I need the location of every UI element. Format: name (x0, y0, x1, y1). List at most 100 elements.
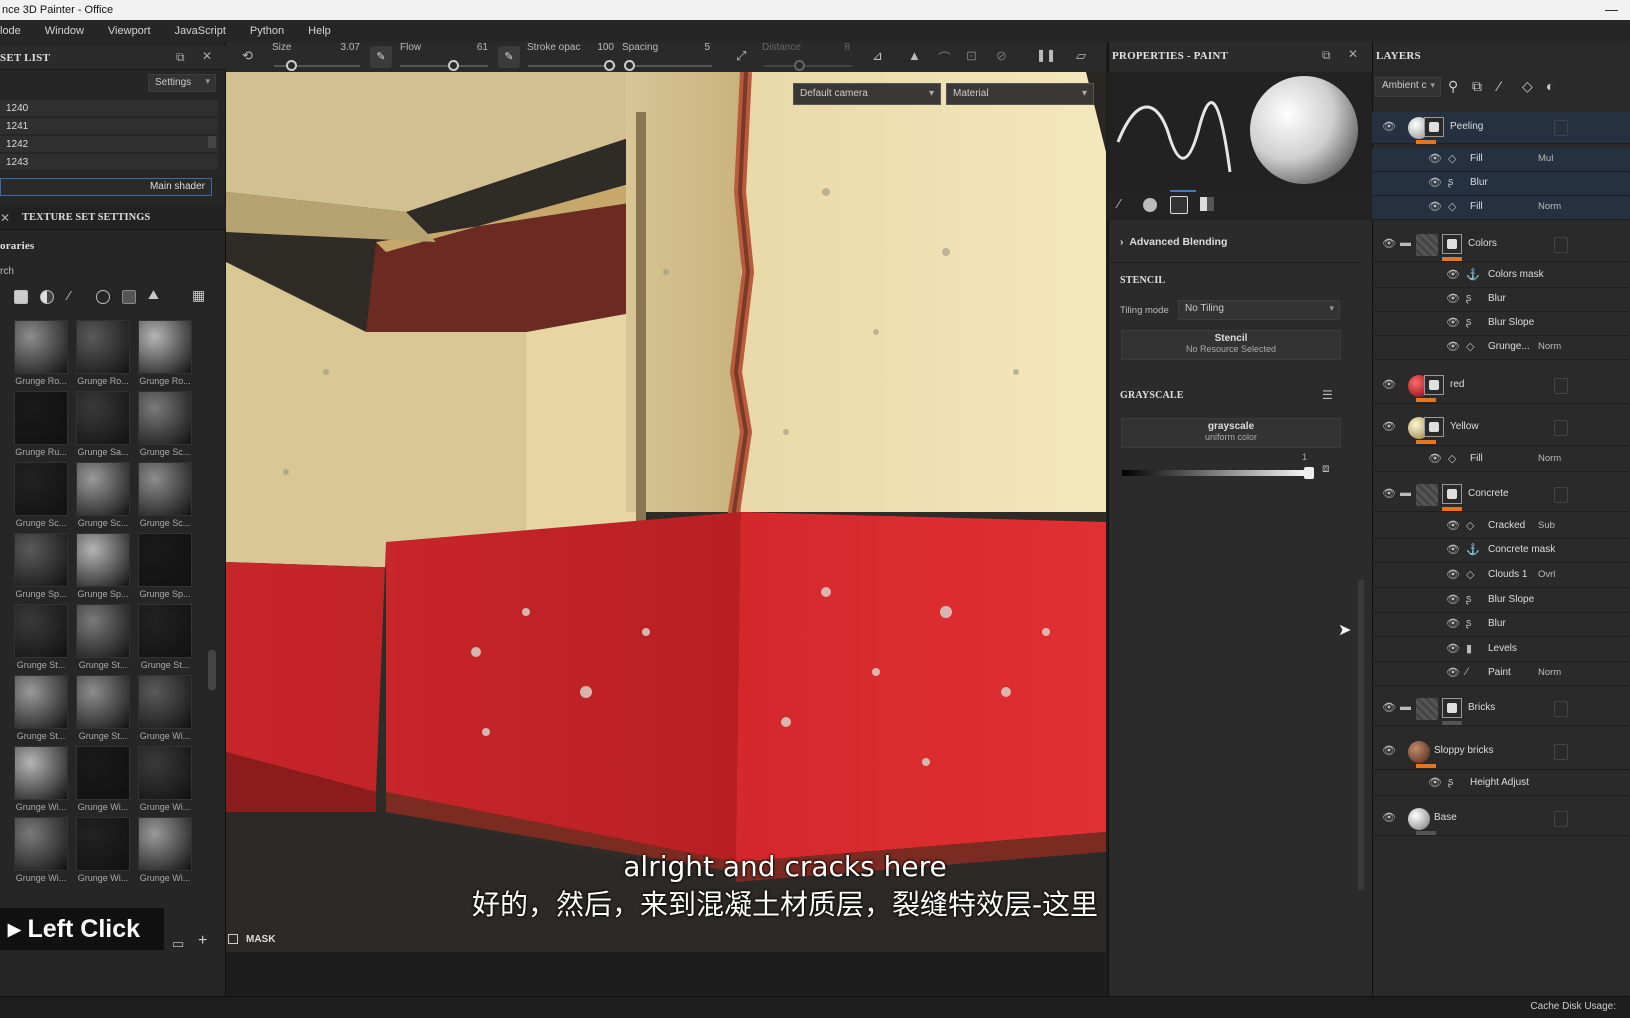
visibility-eye-icon[interactable]: 👁 (1382, 487, 1396, 500)
add-mask-icon[interactable]: ⧉ (1472, 78, 1482, 95)
layer-effect-row[interactable]: 👁 ◇ Norm Fill (1372, 196, 1630, 220)
shelf-thumbnail[interactable] (14, 746, 68, 800)
layer-effect-row[interactable]: 👁 ʂ Blur Slope (1372, 312, 1630, 336)
grayscale-resource-slot[interactable]: grayscale uniform color (1121, 418, 1341, 448)
filter-particle-icon[interactable] (96, 290, 110, 304)
float-panel-icon[interactable]: ⧉ (176, 50, 185, 65)
shelf-thumbnail[interactable] (76, 675, 130, 729)
layer-effect-row[interactable]: 👁 ◇ Norm Grunge... (1372, 336, 1630, 360)
shelf-thumbnail[interactable] (14, 533, 68, 587)
visibility-eye-icon[interactable]: 👁 (1428, 776, 1442, 789)
layer-effect-row[interactable]: 👁 ◇ Sub Cracked (1372, 515, 1630, 539)
layer-effect-row[interactable]: 👁 ʂ Blur (1372, 172, 1630, 196)
visibility-eye-icon[interactable]: 👁 (1382, 237, 1396, 250)
line-icon[interactable]: ⌒ (938, 48, 951, 67)
menu-file[interactable]: lode (0, 25, 33, 37)
visibility-eye-icon[interactable]: 👁 (1446, 316, 1460, 329)
visibility-eye-icon[interactable]: 👁 (1428, 452, 1442, 465)
shelf-thumbnail[interactable] (76, 746, 130, 800)
layer-mask-thumbnail[interactable] (1442, 698, 1462, 718)
layer-effect-row[interactable]: 👁 ▮ Levels (1372, 638, 1630, 662)
set-list-scrollbar[interactable] (208, 136, 216, 148)
shelf-thumbnail[interactable] (138, 604, 192, 658)
shelf-thumbnail[interactable] (76, 391, 130, 445)
shelf-thumbnail[interactable] (138, 746, 192, 800)
tab-texture-set-settings[interactable]: TEXTURE SET SETTINGS (22, 206, 150, 230)
grayscale-slider[interactable] (1122, 470, 1312, 476)
minimize-icon[interactable]: — (1605, 0, 1618, 20)
close-tab-icon[interactable]: ✕ (0, 211, 10, 225)
blend-mode-selector[interactable]: Ovrl (1538, 569, 1555, 580)
align-icon[interactable]: ⊡ (966, 48, 977, 64)
layer-mask-thumbnail[interactable] (1442, 234, 1462, 254)
add-group-icon[interactable]: ◐ (1546, 78, 1554, 94)
viewport-mode-dropdown[interactable]: Material ▾ (946, 83, 1094, 105)
texture-set-row[interactable]: 1243 (0, 154, 218, 171)
menu-python[interactable]: Python (238, 25, 296, 37)
main-shader-selector[interactable]: Main shader (0, 178, 212, 196)
blend-mode-selector[interactable]: Norm (1538, 667, 1561, 678)
shelf-scrollbar[interactable] (208, 650, 216, 690)
layer-opacity-box[interactable] (1554, 420, 1568, 436)
visibility-eye-icon[interactable]: 👁 (1446, 340, 1460, 353)
visibility-eye-icon[interactable]: 👁 (1382, 811, 1396, 824)
camera-dropdown[interactable]: Default camera ▾ (793, 83, 941, 105)
layer-opacity-box[interactable] (1554, 744, 1568, 760)
shelf-thumbnail[interactable] (138, 462, 192, 516)
layer-row[interactable]: 👁 ▬ Colors (1372, 228, 1630, 262)
stroke-opacity-knob[interactable] (604, 60, 615, 71)
tab-material-icon[interactable] (1143, 198, 1157, 212)
filter-brush-icon[interactable]: ⁄ (68, 288, 70, 303)
visibility-eye-icon[interactable]: 👁 (1382, 378, 1396, 391)
visibility-eye-icon[interactable]: 👁 (1446, 666, 1460, 679)
layer-effect-row[interactable]: 👁 ◇ Ovrl Clouds 1 (1372, 564, 1630, 588)
layer-thumbnail[interactable] (1416, 484, 1438, 506)
spacing-knob[interactable] (624, 60, 635, 71)
layer-mask-thumbnail[interactable] (1442, 484, 1462, 504)
visibility-eye-icon[interactable]: 👁 (1446, 617, 1460, 630)
folder-icon[interactable]: ▬ (1400, 237, 1411, 249)
lazy-mouse-icon[interactable]: ⤢ (736, 48, 746, 64)
flow-value[interactable]: 61 (464, 42, 488, 53)
layer-opacity-box[interactable] (1554, 811, 1568, 827)
channel-dropdown[interactable]: Ambient c ▾ (1375, 77, 1441, 97)
color-picker-icon[interactable]: ⧈ (1322, 461, 1330, 476)
float-panel-icon[interactable]: ⧉ (1322, 48, 1331, 63)
visibility-eye-icon[interactable]: 👁 (1446, 268, 1460, 281)
blend-mode-selector[interactable]: Mul (1538, 153, 1553, 164)
shelf-thumbnail[interactable] (76, 462, 130, 516)
add-fill-layer-icon[interactable]: ◇ (1522, 78, 1533, 95)
shelf-thumbnail[interactable] (14, 320, 68, 374)
spacing-slider[interactable] (624, 65, 712, 67)
properties-scrollbar[interactable] (1358, 580, 1364, 890)
spacing-value[interactable]: 5 (686, 42, 710, 53)
shelf-thumbnail[interactable] (76, 604, 130, 658)
shelf-thumbnail[interactable] (14, 391, 68, 445)
shelf-thumbnail[interactable] (14, 817, 68, 871)
layer-effect-row[interactable]: 👁 ʂ Blur (1372, 613, 1630, 637)
size-value[interactable]: 3.07 (336, 42, 360, 53)
layer-row[interactable]: 👁 ▬ Concrete (1372, 478, 1630, 512)
close-panel-icon[interactable]: ✕ (1348, 47, 1358, 61)
filter-all-icon[interactable] (14, 290, 28, 304)
symmetry-icon[interactable]: ⊿ (872, 48, 883, 64)
layer-row[interactable]: 👁 red (1372, 368, 1630, 404)
blend-mode-selector[interactable]: Norm (1538, 201, 1561, 212)
blend-mode-selector[interactable]: Sub (1538, 520, 1555, 531)
layer-effect-row[interactable]: 👁 ◇ Mul Fill (1372, 148, 1630, 172)
visibility-eye-icon[interactable]: 👁 (1382, 701, 1396, 714)
shelf-thumbnail[interactable] (138, 675, 192, 729)
texture-set-row[interactable]: 1242 (0, 136, 218, 153)
visibility-eye-icon[interactable]: 👁 (1382, 420, 1396, 433)
shelf-thumbnail[interactable] (76, 320, 130, 374)
menu-javascript[interactable]: JavaScript (163, 25, 238, 37)
layer-thumbnail[interactable] (1408, 808, 1430, 830)
visibility-eye-icon[interactable]: 👁 (1446, 292, 1460, 305)
visibility-eye-icon[interactable]: 👁 (1382, 120, 1396, 133)
layer-row[interactable]: 👁 Yellow (1372, 410, 1630, 446)
add-paint-layer-icon[interactable]: ⁄ (1498, 78, 1500, 94)
shelf-thumbnail[interactable] (76, 817, 130, 871)
visibility-eye-icon[interactable]: 👁 (1446, 642, 1460, 655)
layer-row[interactable]: 👁 Base (1372, 802, 1630, 836)
layer-row[interactable]: 👁 Sloppy bricks (1372, 734, 1630, 770)
